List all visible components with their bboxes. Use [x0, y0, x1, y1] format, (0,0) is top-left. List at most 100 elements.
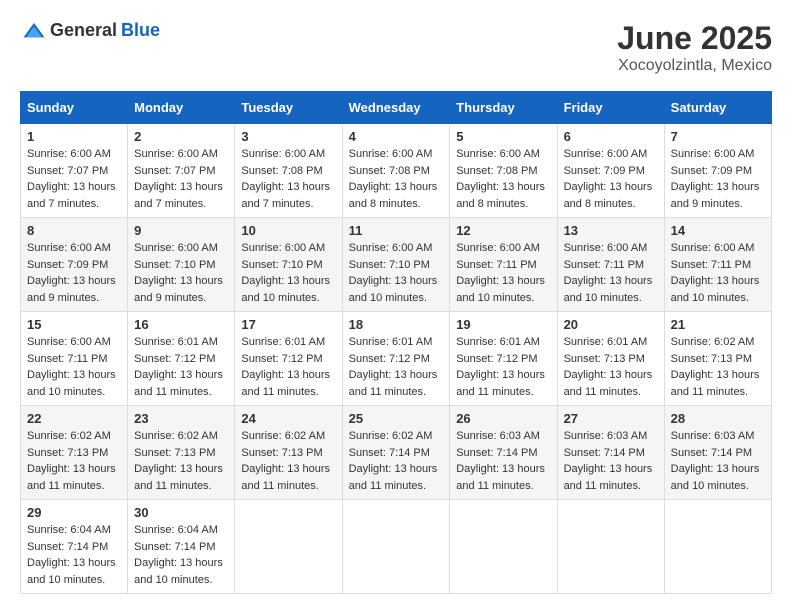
daylight-text: Daylight: 13 hours and 11 minutes.: [456, 463, 545, 492]
daylight-text: Daylight: 13 hours and 11 minutes.: [134, 369, 223, 398]
calendar-day-cell: 8 Sunrise: 6:00 AM Sunset: 7:09 PM Dayli…: [21, 218, 128, 312]
sunset-text: Sunset: 7:14 PM: [349, 447, 430, 459]
sunset-text: Sunset: 7:12 PM: [134, 353, 215, 365]
calendar-day-cell: 24 Sunrise: 6:02 AM Sunset: 7:13 PM Dayl…: [235, 406, 342, 500]
sunset-text: Sunset: 7:10 PM: [241, 259, 322, 271]
daylight-text: Daylight: 13 hours and 7 minutes.: [241, 181, 330, 210]
day-number: 11: [349, 223, 444, 238]
sunrise-text: Sunrise: 6:00 AM: [27, 148, 111, 160]
day-info: Sunrise: 6:00 AM Sunset: 7:10 PM Dayligh…: [134, 240, 228, 306]
days-of-week-row: SundayMondayTuesdayWednesdayThursdayFrid…: [21, 92, 772, 124]
sunset-text: Sunset: 7:14 PM: [564, 447, 645, 459]
daylight-text: Daylight: 13 hours and 8 minutes.: [349, 181, 438, 210]
sunrise-text: Sunrise: 6:00 AM: [564, 242, 648, 254]
day-info: Sunrise: 6:00 AM Sunset: 7:09 PM Dayligh…: [27, 240, 121, 306]
sunrise-text: Sunrise: 6:00 AM: [671, 242, 755, 254]
day-number: 18: [349, 317, 444, 332]
calendar-day-cell: 4 Sunrise: 6:00 AM Sunset: 7:08 PM Dayli…: [342, 124, 450, 218]
day-number: 5: [456, 129, 550, 144]
sunset-text: Sunset: 7:08 PM: [349, 165, 430, 177]
day-number: 2: [134, 129, 228, 144]
day-of-week-header: Wednesday: [342, 92, 450, 124]
sunrise-text: Sunrise: 6:00 AM: [241, 148, 325, 160]
sunset-text: Sunset: 7:09 PM: [671, 165, 752, 177]
daylight-text: Daylight: 13 hours and 10 minutes.: [349, 275, 438, 304]
calendar-day-cell: 19 Sunrise: 6:01 AM Sunset: 7:12 PM Dayl…: [450, 312, 557, 406]
calendar-day-cell: 11 Sunrise: 6:00 AM Sunset: 7:10 PM Dayl…: [342, 218, 450, 312]
daylight-text: Daylight: 13 hours and 11 minutes.: [564, 369, 653, 398]
sunset-text: Sunset: 7:12 PM: [456, 353, 537, 365]
day-info: Sunrise: 6:01 AM Sunset: 7:12 PM Dayligh…: [349, 334, 444, 400]
day-number: 17: [241, 317, 335, 332]
calendar-subtitle: Xocoyolzintla, Mexico: [617, 57, 772, 75]
sunset-text: Sunset: 7:07 PM: [134, 165, 215, 177]
sunrise-text: Sunrise: 6:01 AM: [349, 336, 433, 348]
day-number: 3: [241, 129, 335, 144]
daylight-text: Daylight: 13 hours and 10 minutes.: [27, 557, 116, 586]
sunset-text: Sunset: 7:13 PM: [27, 447, 108, 459]
daylight-text: Daylight: 13 hours and 7 minutes.: [134, 181, 223, 210]
daylight-text: Daylight: 13 hours and 11 minutes.: [241, 369, 330, 398]
calendar-week-row: 22 Sunrise: 6:02 AM Sunset: 7:13 PM Dayl…: [21, 406, 772, 500]
sunrise-text: Sunrise: 6:00 AM: [134, 242, 218, 254]
day-number: 8: [27, 223, 121, 238]
sunset-text: Sunset: 7:09 PM: [564, 165, 645, 177]
day-number: 24: [241, 411, 335, 426]
day-info: Sunrise: 6:04 AM Sunset: 7:14 PM Dayligh…: [27, 522, 121, 588]
day-number: 30: [134, 505, 228, 520]
sunset-text: Sunset: 7:08 PM: [241, 165, 322, 177]
day-number: 6: [564, 129, 658, 144]
calendar-day-cell: [235, 500, 342, 594]
day-info: Sunrise: 6:04 AM Sunset: 7:14 PM Dayligh…: [134, 522, 228, 588]
sunset-text: Sunset: 7:11 PM: [564, 259, 645, 271]
calendar-body: 1 Sunrise: 6:00 AM Sunset: 7:07 PM Dayli…: [21, 124, 772, 594]
day-info: Sunrise: 6:01 AM Sunset: 7:12 PM Dayligh…: [456, 334, 550, 400]
sunrise-text: Sunrise: 6:00 AM: [134, 148, 218, 160]
calendar-week-row: 29 Sunrise: 6:04 AM Sunset: 7:14 PM Dayl…: [21, 500, 772, 594]
logo: General Blue: [20, 20, 160, 41]
day-number: 12: [456, 223, 550, 238]
sunset-text: Sunset: 7:11 PM: [671, 259, 752, 271]
day-info: Sunrise: 6:00 AM Sunset: 7:08 PM Dayligh…: [349, 146, 444, 212]
daylight-text: Daylight: 13 hours and 11 minutes.: [671, 369, 760, 398]
day-of-week-header: Tuesday: [235, 92, 342, 124]
daylight-text: Daylight: 13 hours and 11 minutes.: [456, 369, 545, 398]
day-number: 16: [134, 317, 228, 332]
sunset-text: Sunset: 7:13 PM: [241, 447, 322, 459]
daylight-text: Daylight: 13 hours and 11 minutes.: [349, 463, 438, 492]
day-number: 27: [564, 411, 658, 426]
calendar-day-cell: 2 Sunrise: 6:00 AM Sunset: 7:07 PM Dayli…: [128, 124, 235, 218]
calendar-day-cell: 1 Sunrise: 6:00 AM Sunset: 7:07 PM Dayli…: [21, 124, 128, 218]
day-of-week-header: Friday: [557, 92, 664, 124]
sunrise-text: Sunrise: 6:00 AM: [27, 242, 111, 254]
sunrise-text: Sunrise: 6:02 AM: [349, 430, 433, 442]
calendar-day-cell: 22 Sunrise: 6:02 AM Sunset: 7:13 PM Dayl…: [21, 406, 128, 500]
calendar-day-cell: 18 Sunrise: 6:01 AM Sunset: 7:12 PM Dayl…: [342, 312, 450, 406]
sunset-text: Sunset: 7:14 PM: [671, 447, 752, 459]
sunrise-text: Sunrise: 6:04 AM: [134, 524, 218, 536]
calendar-week-row: 15 Sunrise: 6:00 AM Sunset: 7:11 PM Dayl…: [21, 312, 772, 406]
day-number: 25: [349, 411, 444, 426]
calendar-day-cell: 28 Sunrise: 6:03 AM Sunset: 7:14 PM Dayl…: [664, 406, 771, 500]
calendar-day-cell: 16 Sunrise: 6:01 AM Sunset: 7:12 PM Dayl…: [128, 312, 235, 406]
day-info: Sunrise: 6:00 AM Sunset: 7:11 PM Dayligh…: [456, 240, 550, 306]
calendar-day-cell: 13 Sunrise: 6:00 AM Sunset: 7:11 PM Dayl…: [557, 218, 664, 312]
day-number: 13: [564, 223, 658, 238]
logo-icon: [22, 21, 46, 41]
day-number: 20: [564, 317, 658, 332]
calendar-header: SundayMondayTuesdayWednesdayThursdayFrid…: [21, 92, 772, 124]
sunrise-text: Sunrise: 6:01 AM: [456, 336, 540, 348]
day-info: Sunrise: 6:02 AM Sunset: 7:13 PM Dayligh…: [241, 428, 335, 494]
sunrise-text: Sunrise: 6:02 AM: [27, 430, 111, 442]
sunset-text: Sunset: 7:10 PM: [134, 259, 215, 271]
calendar-day-cell: 27 Sunrise: 6:03 AM Sunset: 7:14 PM Dayl…: [557, 406, 664, 500]
sunrise-text: Sunrise: 6:03 AM: [564, 430, 648, 442]
daylight-text: Daylight: 13 hours and 10 minutes.: [671, 463, 760, 492]
daylight-text: Daylight: 13 hours and 10 minutes.: [564, 275, 653, 304]
sunset-text: Sunset: 7:07 PM: [27, 165, 108, 177]
daylight-text: Daylight: 13 hours and 11 minutes.: [241, 463, 330, 492]
day-info: Sunrise: 6:00 AM Sunset: 7:07 PM Dayligh…: [134, 146, 228, 212]
day-number: 19: [456, 317, 550, 332]
day-number: 10: [241, 223, 335, 238]
day-info: Sunrise: 6:00 AM Sunset: 7:09 PM Dayligh…: [671, 146, 765, 212]
